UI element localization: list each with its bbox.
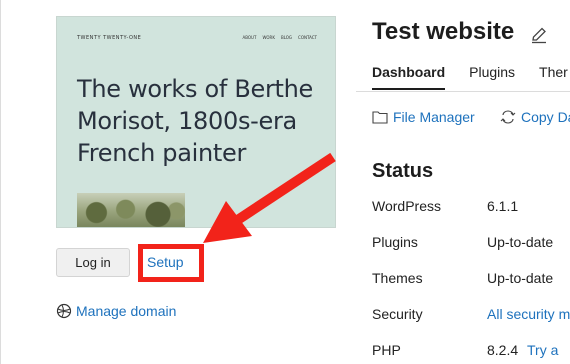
- tab-plugins[interactable]: Plugins: [469, 64, 515, 90]
- status-label-php: PHP: [372, 342, 401, 358]
- site-tabs: Dashboard Plugins Ther: [372, 64, 568, 90]
- status-value-themes: Up-to-date: [487, 270, 554, 286]
- preview-nav-item: ABOUT: [242, 35, 257, 40]
- status-value-wordpress: 6.1.1: [487, 198, 519, 214]
- setup-link[interactable]: Setup: [147, 254, 184, 270]
- status-label-themes: Themes: [372, 270, 423, 286]
- preview-heading: The works of Berthe Morisot, 1800s-era F…: [77, 75, 314, 167]
- status-value-security-link[interactable]: All security m: [487, 306, 570, 322]
- site-title: Test website: [372, 18, 515, 45]
- preview-nav-item: WORK: [262, 35, 275, 40]
- php-try-link[interactable]: Try a: [527, 342, 558, 358]
- copy-data-link[interactable]: Copy Da: [500, 109, 570, 125]
- tab-dashboard[interactable]: Dashboard: [372, 64, 446, 90]
- pencil-icon[interactable]: [530, 26, 548, 44]
- preview-painting-image: [77, 193, 185, 227]
- tabs-divider: [356, 91, 570, 92]
- preview-nav-item: BLOG: [280, 35, 293, 40]
- left-divider: [0, 0, 1, 364]
- file-manager-link[interactable]: File Manager: [372, 109, 475, 125]
- preview-site-name: TWENTY TWENTY-ONE: [77, 35, 142, 41]
- site-preview[interactable]: TWENTY TWENTY-ONE ABOUT WORK BLOG CONTAC…: [56, 16, 336, 228]
- status-value-php: 8.2.4: [487, 342, 519, 358]
- folder-icon: [372, 111, 388, 124]
- preview-nav: ABOUT WORK BLOG CONTACT: [243, 35, 318, 40]
- preview-nav-item: CONTACT: [298, 35, 317, 40]
- copy-data-label: Copy Da: [521, 109, 570, 125]
- manage-domain-label: Manage domain: [76, 303, 177, 319]
- status-value-plugins: Up-to-date: [487, 234, 554, 250]
- tab-themes[interactable]: Ther: [539, 64, 568, 90]
- sync-icon: [500, 110, 516, 124]
- globe-icon: [56, 303, 72, 319]
- login-button[interactable]: Log in: [56, 248, 130, 277]
- manage-domain-link[interactable]: Manage domain: [56, 303, 176, 319]
- file-manager-label: File Manager: [393, 109, 475, 125]
- status-label-wordpress: WordPress: [372, 198, 441, 214]
- status-label-security: Security: [372, 306, 423, 322]
- status-label-plugins: Plugins: [372, 234, 418, 250]
- status-heading: Status: [372, 160, 434, 182]
